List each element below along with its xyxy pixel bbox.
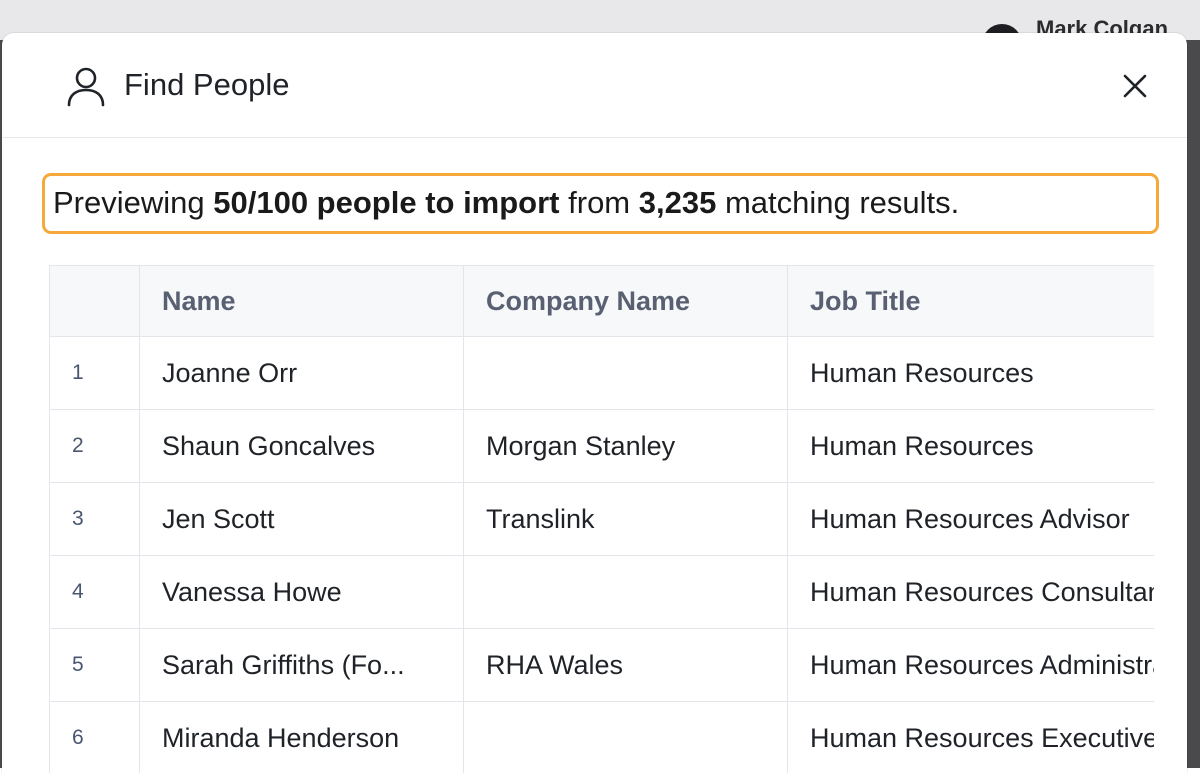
- cell-company: RHA Wales: [464, 629, 788, 702]
- column-header-name: Name: [140, 266, 464, 337]
- cell-job-title: Human Resources Administrator: [788, 629, 1155, 702]
- people-table-container: Name Company Name Job Title 1 Joanne Orr…: [49, 265, 1154, 773]
- row-index: 1: [50, 337, 140, 410]
- column-header-index: [50, 266, 140, 337]
- import-summary-text: Previewing 50/100 people to import from …: [53, 185, 959, 221]
- cell-job-title: Human Resources: [788, 337, 1155, 410]
- column-header-job-title: Job Title: [788, 266, 1155, 337]
- cell-name: Sarah Griffiths (Fo...: [140, 629, 464, 702]
- summary-middle: from: [560, 185, 639, 220]
- cell-name: Shaun Goncalves: [140, 410, 464, 483]
- table-row[interactable]: 5 Sarah Griffiths (Fo... RHA Wales Human…: [50, 629, 1155, 702]
- cell-job-title: Human Resources: [788, 410, 1155, 483]
- cell-name: Joanne Orr: [140, 337, 464, 410]
- summary-prefix: Previewing: [53, 185, 213, 220]
- table-row[interactable]: 6 Miranda Henderson Human Resources Exec…: [50, 702, 1155, 773]
- cell-company: [464, 556, 788, 629]
- user-icon: [65, 65, 107, 107]
- people-table: Name Company Name Job Title 1 Joanne Orr…: [49, 265, 1154, 773]
- cell-name: Miranda Henderson: [140, 702, 464, 773]
- import-summary-banner: Previewing 50/100 people to import from …: [42, 173, 1159, 234]
- find-people-modal: Find People Previewing 50/100 people to …: [2, 33, 1187, 773]
- row-index: 4: [50, 556, 140, 629]
- cell-company: Translink: [464, 483, 788, 556]
- table-row[interactable]: 4 Vanessa Howe Human Resources Consultan…: [50, 556, 1155, 629]
- table-row[interactable]: 1 Joanne Orr Human Resources: [50, 337, 1155, 410]
- table-row[interactable]: 2 Shaun Goncalves Morgan Stanley Human R…: [50, 410, 1155, 483]
- row-index: 3: [50, 483, 140, 556]
- summary-highlight: 50/100 people to import: [213, 185, 559, 220]
- cell-company: Morgan Stanley: [464, 410, 788, 483]
- cell-job-title: Human Resources Consultant: [788, 556, 1155, 629]
- cell-company: [464, 337, 788, 410]
- cell-name: Jen Scott: [140, 483, 464, 556]
- table-header-row: Name Company Name Job Title: [50, 266, 1155, 337]
- close-icon[interactable]: [1118, 69, 1152, 103]
- column-header-company: Company Name: [464, 266, 788, 337]
- cell-job-title: Human Resources Executive: [788, 702, 1155, 773]
- modal-title: Find People: [124, 67, 289, 103]
- summary-count: 3,235: [639, 185, 717, 220]
- row-index: 2: [50, 410, 140, 483]
- table-row[interactable]: 3 Jen Scott Translink Human Resources Ad…: [50, 483, 1155, 556]
- row-index: 5: [50, 629, 140, 702]
- cell-job-title: Human Resources Advisor: [788, 483, 1155, 556]
- cell-name: Vanessa Howe: [140, 556, 464, 629]
- modal-header: Find People: [2, 33, 1187, 138]
- cell-company: [464, 702, 788, 773]
- summary-suffix: matching results.: [716, 185, 959, 220]
- row-index: 6: [50, 702, 140, 773]
